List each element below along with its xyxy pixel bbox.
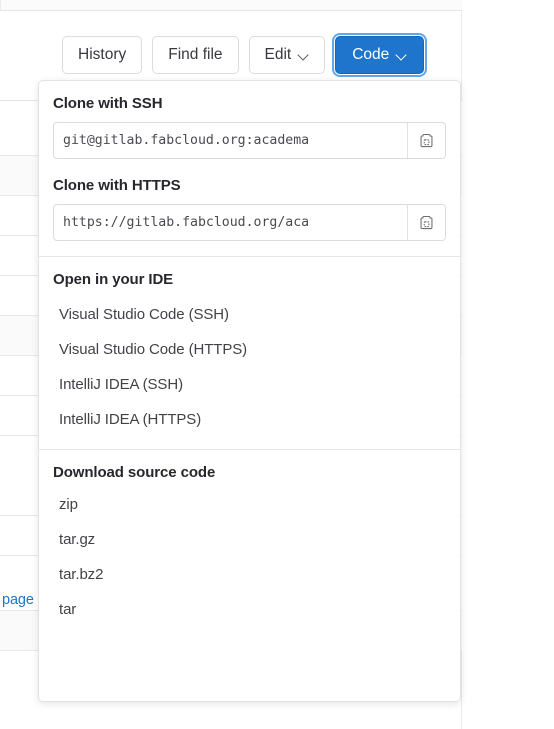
- download-item-zip[interactable]: zip: [39, 487, 460, 522]
- clone-https-field[interactable]: https://gitlab.fabcloud.org/aca: [53, 204, 446, 241]
- ide-section-title: Open in your IDE: [53, 271, 174, 288]
- ide-section: Open in your IDE Visual Studio Code (SSH…: [39, 257, 460, 449]
- ide-item-vscode-https[interactable]: Visual Studio Code (HTTPS): [39, 332, 460, 367]
- code-dropdown-menu: Clone with SSH git@gitlab.fabcloud.org:a…: [38, 80, 461, 702]
- download-item-tarbz2[interactable]: tar.bz2: [39, 557, 460, 592]
- edit-button-label: Edit: [264, 46, 292, 64]
- repository-toolbar: History Find file Edit Code: [62, 36, 425, 74]
- edit-dropdown-button[interactable]: Edit: [248, 36, 326, 74]
- ide-item-intellij-ssh[interactable]: IntelliJ IDEA (SSH): [39, 367, 460, 402]
- clone-https-input[interactable]: https://gitlab.fabcloud.org/aca: [54, 205, 408, 240]
- clone-ssh-input[interactable]: git@gitlab.fabcloud.org:academa: [54, 123, 408, 158]
- code-dropdown-button[interactable]: Code: [335, 36, 425, 74]
- clone-https-title: Clone with HTTPS: [53, 177, 181, 194]
- ide-item-vscode-ssh[interactable]: Visual Studio Code (SSH): [39, 297, 460, 332]
- code-button-label: Code: [352, 46, 390, 64]
- copy-to-clipboard-icon: [420, 215, 433, 230]
- clone-ssh-field[interactable]: git@gitlab.fabcloud.org:academa: [53, 122, 446, 159]
- clone-section: Clone with SSH git@gitlab.fabcloud.org:a…: [39, 81, 460, 256]
- clone-ssh-title: Clone with SSH: [53, 95, 163, 112]
- copy-to-clipboard-icon: [420, 133, 433, 148]
- page-top-panel: [0, 0, 462, 11]
- find-file-button[interactable]: Find file: [152, 36, 239, 74]
- copy-ssh-url-button[interactable]: [408, 123, 445, 158]
- download-item-tar[interactable]: tar: [39, 592, 460, 627]
- chevron-down-icon: [298, 50, 309, 61]
- chevron-down-icon: [396, 50, 407, 61]
- app-root: page History Find file Edit Code Clone w…: [0, 0, 554, 729]
- download-item-targz[interactable]: tar.gz: [39, 522, 460, 557]
- ide-item-intellij-https[interactable]: IntelliJ IDEA (HTTPS): [39, 402, 460, 437]
- download-section-title: Download source code: [53, 464, 216, 481]
- download-section: Download source code zip tar.gz tar.bz2 …: [39, 450, 460, 643]
- page-link[interactable]: page: [2, 592, 34, 608]
- history-button[interactable]: History: [62, 36, 143, 74]
- copy-https-url-button[interactable]: [408, 205, 445, 240]
